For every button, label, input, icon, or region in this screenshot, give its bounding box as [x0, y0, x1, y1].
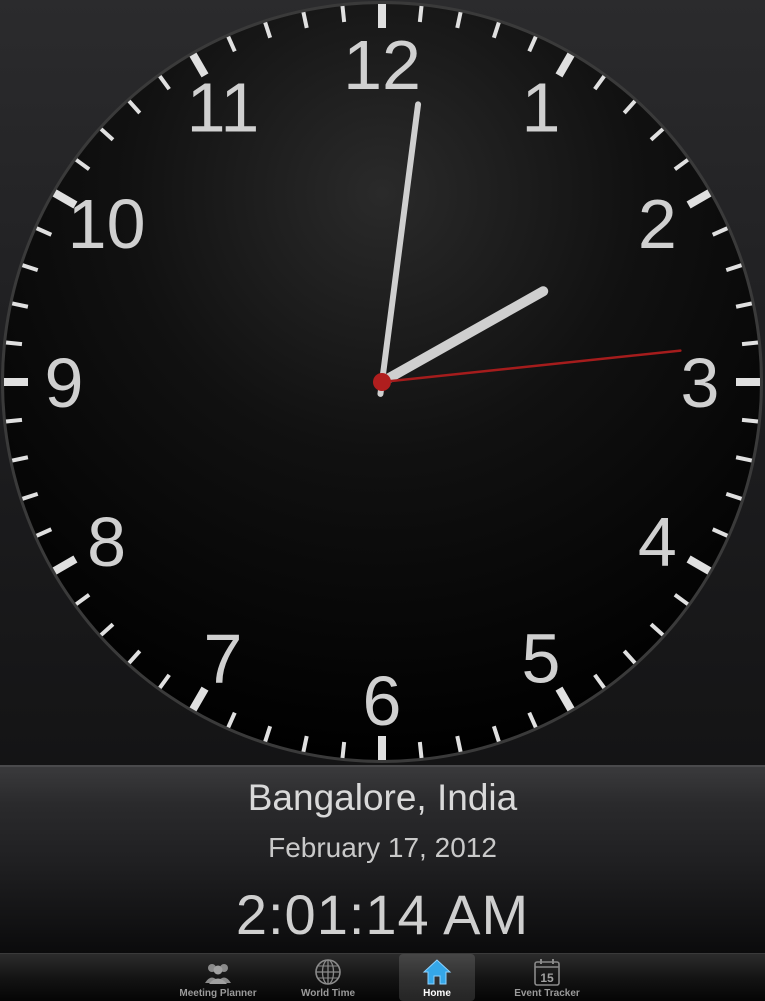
clock-face: 12 12 3 45 6 78 9 10 11	[1, 1, 763, 763]
tab-meeting-planner[interactable]: Meeting Planner	[170, 954, 266, 1001]
clock-numeral: 2	[638, 185, 677, 263]
minute-tick	[741, 340, 759, 347]
city-name: Bangalore, India	[247, 777, 518, 818]
clock-numeral: 7	[204, 619, 243, 697]
tab-label-event-tracker: Event Tracker	[514, 988, 580, 999]
clock-numeral: 12	[343, 26, 421, 104]
analog-clock: 12 1 2 3 4 5 6 7 8 9 10 11	[0, 0, 765, 765]
clock-numeral: 5	[522, 619, 561, 697]
digital-time: 2:01:14 AM	[235, 883, 530, 946]
minute-tick	[741, 417, 759, 424]
calendar-icon: 15	[534, 959, 560, 986]
home-icon	[422, 959, 452, 985]
minute-tick	[340, 5, 347, 23]
tab-label-home: Home	[423, 988, 451, 999]
clock-numeral: 3	[681, 344, 720, 422]
clock-numeral: 8	[87, 503, 126, 581]
current-date: February 17, 2012	[268, 832, 497, 863]
clock-numeral: 11	[187, 69, 260, 147]
tab-world-time[interactable]: World Time	[280, 954, 376, 1001]
clock-hub	[373, 373, 391, 391]
people-icon	[205, 964, 231, 984]
location-info-panel: Bangalore, India February 17, 2012 2:01:…	[0, 765, 765, 953]
minute-tick	[5, 417, 23, 424]
minute-tick	[417, 5, 424, 23]
globe-icon	[315, 959, 341, 985]
clock-numeral: 9	[45, 344, 84, 422]
calendar-icon-day: 15	[540, 971, 554, 985]
clock-numeral: 10	[68, 185, 146, 263]
minute-tick	[340, 741, 347, 759]
tab-label-meeting-planner: Meeting Planner	[179, 988, 257, 999]
minute-tick	[5, 340, 23, 347]
tab-label-world-time: World Time	[300, 988, 356, 999]
tab-event-tracker[interactable]: 15 Event Tracker	[499, 954, 595, 1001]
tab-bar: Meeting Planner World Time Home 15 Event…	[0, 953, 765, 1001]
tab-home[interactable]: Home	[399, 954, 475, 1001]
minute-tick	[417, 741, 424, 759]
clock-numeral: 1	[522, 69, 561, 147]
clock-numeral: 4	[638, 503, 677, 581]
clock-numeral: 6	[363, 662, 402, 740]
